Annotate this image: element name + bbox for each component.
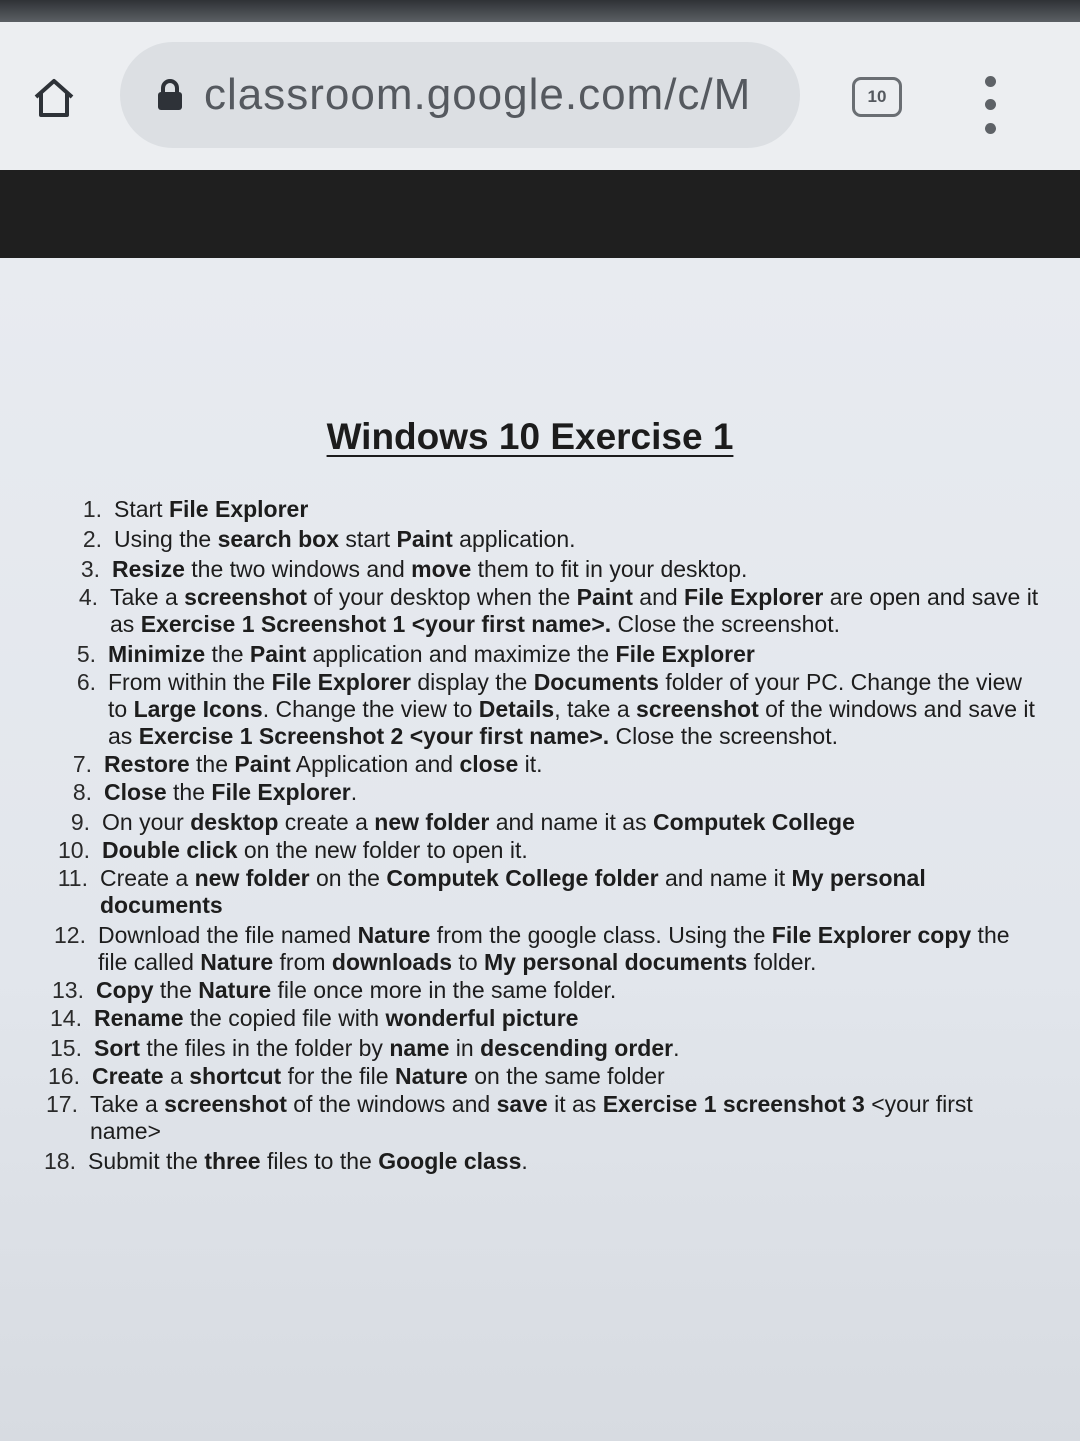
step-number: 2. <box>82 526 102 552</box>
more-options-button[interactable] <box>970 70 1010 140</box>
list-item: 14. Rename the copied file with wonderful… <box>32 1005 1032 1032</box>
exercise-steps-list: 1. Start File Explorer 2. Using the search … <box>38 496 1042 1174</box>
step-text: Start File Explorer <box>114 496 309 522</box>
list-item: 3. Resize the two windows and move them t… <box>50 556 1050 583</box>
step-number: 17. <box>46 1091 78 1117</box>
step-number: 6. <box>76 669 96 695</box>
step-text: Submit the three files to the Google cla… <box>88 1148 528 1174</box>
list-item: 12. Download the file named Nature from t… <box>36 922 1036 976</box>
step-text: Take a screenshot of your desktop when t… <box>110 584 1039 637</box>
url-bar[interactable]: classroom.google.com/c/M <box>120 42 800 148</box>
step-number: 1. <box>82 496 102 522</box>
step-text: Restore the Paint Application and close … <box>104 751 543 777</box>
step-number: 4. <box>78 584 98 610</box>
page-header-band <box>0 170 1080 258</box>
step-number: 12. <box>54 922 86 948</box>
step-number: 14. <box>50 1005 82 1031</box>
step-number: 8. <box>72 779 92 805</box>
device-top-edge <box>0 0 1080 22</box>
step-number: 5. <box>76 641 96 667</box>
step-text: From within the File Explorer display th… <box>108 669 1035 749</box>
step-text: Create a shortcut for the file Nature on… <box>92 1063 665 1089</box>
document-page: Windows 10 Exercise 1 1. Start File Explo… <box>0 258 1080 1441</box>
step-number: 11. <box>57 865 88 891</box>
lock-icon <box>158 79 182 110</box>
list-item: 6. From within the File Explorer display … <box>46 669 1046 750</box>
step-text: Rename the copied file with wonderful pi… <box>94 1005 579 1031</box>
step-number: 16. <box>48 1063 80 1089</box>
step-text: Resize the two windows and move them to … <box>112 556 748 582</box>
step-number: 3. <box>80 556 100 582</box>
step-number: 18. <box>44 1148 76 1174</box>
list-item: 4. Take a screenshot of your desktop when… <box>48 584 1048 638</box>
step-number: 15. <box>50 1035 82 1061</box>
step-number: 13. <box>52 977 84 1003</box>
step-text: Using the search box start Paint applica… <box>114 526 576 552</box>
list-item: 15. Sort the files in the folder by name … <box>32 1035 1032 1062</box>
step-text: Download the file named Nature from the … <box>98 922 1010 975</box>
tab-count: 10 <box>867 87 887 106</box>
list-item: 16. Create a shortcut for the file Nature… <box>30 1063 1030 1090</box>
menu-dot-icon <box>984 76 996 88</box>
step-number: 7. <box>72 751 92 777</box>
step-text: On your desktop create a new folder and … <box>102 809 855 835</box>
list-item: 8. Close the File Explorer. <box>42 779 1042 806</box>
step-text: Take a screenshot of the windows and sav… <box>90 1091 973 1144</box>
list-item: 17. Take a screenshot of the windows and … <box>28 1091 1028 1145</box>
list-item: 18. Submit the three files to the Google … <box>26 1148 1026 1175</box>
list-item: 7. Restore the Paint Application and clos… <box>42 751 1042 778</box>
step-text: Close the File Explorer. <box>104 779 358 805</box>
menu-dot-icon <box>984 122 996 134</box>
step-text: Double click on the new folder to open i… <box>102 837 528 863</box>
step-text: Sort the files in the folder by name in … <box>94 1035 680 1061</box>
menu-dot-icon <box>984 99 996 111</box>
list-item: 2. Using the search box start Paint appli… <box>52 526 1052 553</box>
step-number: 9. <box>70 809 90 835</box>
home-icon <box>34 79 74 117</box>
tab-switcher-button[interactable]: 10 <box>852 77 902 117</box>
list-item: 5. Minimize the Paint application and max… <box>46 641 1046 668</box>
list-item: 9. On your desktop create a new folder an… <box>40 809 1040 836</box>
step-text: Copy the Nature file once more in the sa… <box>96 977 617 1003</box>
home-button[interactable] <box>28 72 80 124</box>
list-item: 10. Double click on the new folder to ope… <box>40 837 1040 864</box>
list-item: 1. Start File Explorer <box>52 496 1052 523</box>
step-text: Create a new folder on the Computek Coll… <box>100 865 926 918</box>
browser-toolbar: classroom.google.com/c/M 10 <box>0 22 1080 170</box>
list-item: 13. Copy the Nature file once more in the… <box>34 977 1034 1004</box>
document-title: Windows 10 Exercise 1 <box>326 416 734 457</box>
list-item: 11. Create a new folder on the Computek C… <box>38 865 1038 919</box>
step-number: 10. <box>58 837 90 863</box>
url-text: classroom.google.com/c/M <box>204 70 752 119</box>
step-text: Minimize the Paint application and maxim… <box>108 641 755 667</box>
